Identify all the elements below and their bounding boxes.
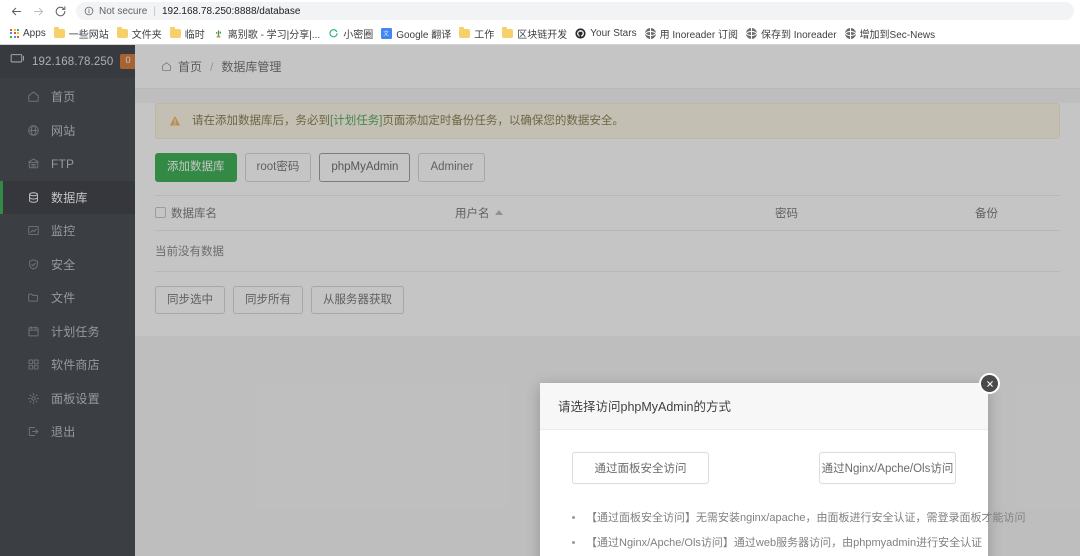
- info-circle-icon: [84, 6, 94, 16]
- address-bar[interactable]: Not secure | 192.168.78.250:8888/databas…: [76, 2, 1074, 20]
- bookmark-label: 临时: [185, 26, 205, 41]
- bookmark-libiege[interactable]: 离别歌 - 学习|分享|...: [211, 24, 326, 42]
- bookmark-label: Your Stars: [590, 28, 636, 39]
- modal-close-button[interactable]: [979, 373, 1000, 394]
- globe-icon: [645, 28, 656, 39]
- bookmark-google-translate[interactable]: 文 Google 翻译: [379, 24, 457, 42]
- bookmark-apps[interactable]: Apps: [8, 24, 52, 42]
- bookmark-sec-news[interactable]: 增加到Sec-News: [843, 24, 942, 42]
- modal-title: 请选择访问phpMyAdmin的方式: [558, 400, 731, 414]
- bookmark-label: 文件夹: [132, 26, 162, 41]
- bookmark-folder-5[interactable]: 区块链开发: [500, 24, 573, 42]
- bookmark-your-stars[interactable]: Your Stars: [573, 24, 642, 42]
- bookmark-inoreader-subscribe[interactable]: 用 Inoreader 订阅: [643, 24, 744, 42]
- cactus-icon: [213, 28, 224, 39]
- reload-icon: [54, 5, 67, 18]
- modal-notes-list: 【通过面板安全访问】无需安装nginx/apache，由面板进行安全认证，需登录…: [562, 506, 966, 556]
- bookmark-inoreader-save[interactable]: 保存到 Inoreader: [744, 24, 843, 42]
- bookmark-label: 离别歌 - 学习|分享|...: [228, 26, 320, 41]
- folder-icon: [54, 29, 65, 38]
- back-arrow-icon: [10, 5, 23, 18]
- folder-icon: [502, 29, 513, 38]
- webserver-access-button[interactable]: 通过Nginx/Apche/Ols访问: [819, 452, 956, 484]
- bookmark-label: Google 翻译: [396, 26, 451, 41]
- folder-icon: [459, 29, 470, 38]
- bookmark-folder-3[interactable]: 临时: [168, 24, 211, 42]
- back-button[interactable]: [6, 1, 26, 21]
- omnibox-separator: |: [153, 6, 156, 17]
- forward-arrow-icon: [32, 5, 45, 18]
- github-icon: [575, 28, 586, 39]
- bookmark-label: 一些网站: [69, 26, 109, 41]
- list-item: 【通过面板安全访问】无需安装nginx/apache，由面板进行安全认证，需登录…: [570, 506, 966, 531]
- bookmark-label: 增加到Sec-News: [860, 26, 936, 41]
- bookmark-label: 用 Inoreader 订阅: [660, 26, 738, 41]
- bookmarks-bar: Apps 一些网站 文件夹 临时 离别歌 - 学习|分享|...: [0, 22, 1080, 44]
- browser-chrome: Not secure | 192.168.78.250:8888/databas…: [0, 0, 1080, 45]
- url-text: 192.168.78.250:8888/database: [162, 6, 300, 17]
- bookmark-label: 保存到 Inoreader: [761, 26, 837, 41]
- bookmark-label: 工作: [474, 26, 494, 41]
- folder-icon: [170, 29, 181, 38]
- security-label: Not secure: [99, 6, 147, 17]
- bookmark-folder-2[interactable]: 文件夹: [115, 24, 168, 42]
- apps-grid-icon: [10, 29, 19, 38]
- circle-loop-icon: [328, 28, 339, 39]
- browser-nav-bar: Not secure | 192.168.78.250:8888/databas…: [0, 0, 1080, 22]
- reload-button[interactable]: [50, 1, 70, 21]
- close-icon: [985, 379, 995, 389]
- phpmyadmin-access-modal: 请选择访问phpMyAdmin的方式 通过面板安全访问 通过Nginx/Apch…: [540, 383, 988, 556]
- list-item: 【通过Nginx/Apche/Ols访问】通过web服务器访问，由phpmyad…: [570, 531, 966, 556]
- google-translate-icon: 文: [381, 28, 392, 39]
- modal-header: 请选择访问phpMyAdmin的方式: [540, 383, 988, 430]
- modal-action-buttons: 通过面板安全访问 通过Nginx/Apche/Ols访问: [562, 448, 966, 484]
- folder-icon: [117, 29, 128, 38]
- globe-icon: [845, 28, 856, 39]
- forward-button[interactable]: [28, 1, 48, 21]
- bookmark-folder-1[interactable]: 一些网站: [52, 24, 115, 42]
- panel-secure-access-button[interactable]: 通过面板安全访问: [572, 452, 709, 484]
- bookmark-xiaomiquan[interactable]: 小密圈: [326, 24, 379, 42]
- bookmark-label: Apps: [23, 28, 46, 39]
- modal-body: 通过面板安全访问 通过Nginx/Apche/Ols访问 【通过面板安全访问】无…: [540, 430, 988, 556]
- globe-icon: [746, 28, 757, 39]
- bookmark-folder-4[interactable]: 工作: [457, 24, 500, 42]
- bookmark-label: 区块链开发: [517, 26, 567, 41]
- page-body: 192.168.78.250 0 首页: [0, 45, 1080, 556]
- bookmark-label: 小密圈: [343, 26, 373, 41]
